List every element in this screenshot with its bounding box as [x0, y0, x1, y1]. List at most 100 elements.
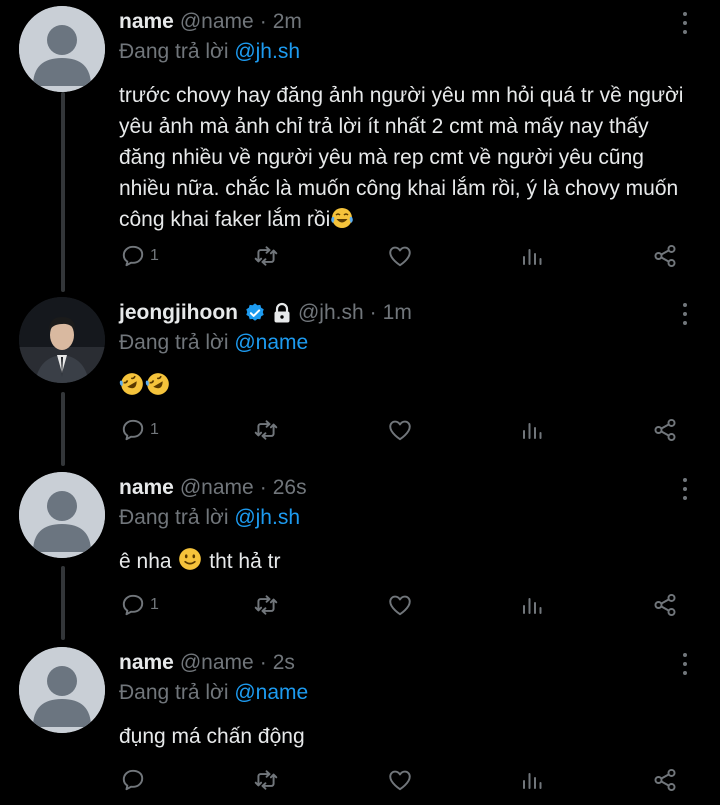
reply-prefix: Đang trả lời	[119, 331, 229, 354]
user-handle[interactable]: @name	[180, 476, 254, 500]
verified-badge-icon	[244, 302, 266, 324]
more-icon[interactable]	[676, 10, 694, 36]
tweet-text-content: trước chovy hay đăng ảnh người yêu mn hỏ…	[119, 84, 684, 231]
like-button[interactable]	[386, 765, 414, 795]
like-icon	[389, 595, 411, 616]
tweet-text	[119, 371, 699, 402]
user-handle[interactable]: @jh.sh	[298, 301, 364, 325]
reply-mention-link[interactable]: @jh.sh	[234, 40, 300, 63]
display-name[interactable]: name	[119, 476, 174, 500]
views-button[interactable]	[521, 765, 545, 795]
more-icon[interactable]	[676, 476, 694, 502]
reply-context: Đang trả lời @name	[119, 331, 308, 355]
retweet-button[interactable]	[252, 590, 280, 620]
reply-mention-link[interactable]: @name	[234, 331, 308, 354]
user-handle[interactable]: @name	[180, 651, 254, 675]
like-button[interactable]	[386, 241, 414, 271]
reply-context: Đang trả lời @name	[119, 681, 308, 705]
avatar[interactable]	[19, 6, 105, 92]
retweet-icon	[254, 420, 278, 440]
reply-mention-link[interactable]: @name	[234, 681, 308, 704]
tweet[interactable]: name @name · 26s Đang trả lời @jh.sh ê n…	[0, 472, 720, 642]
reply-count: 1	[150, 596, 159, 613]
timestamp[interactable]: 26s	[273, 476, 307, 500]
tweet[interactable]: name @name · 2s Đang trả lời @name đụng …	[0, 647, 720, 805]
tweet-actions	[0, 765, 720, 795]
views-icon	[523, 249, 542, 265]
reply-count: 1	[150, 421, 159, 438]
views-button[interactable]	[521, 415, 545, 445]
more-icon[interactable]	[676, 301, 694, 327]
views-button[interactable]	[521, 590, 545, 620]
display-name[interactable]: name	[119, 10, 174, 34]
avatar[interactable]	[19, 472, 105, 558]
tweet-text: đụng má chấn động	[119, 721, 699, 752]
tweet-text: ê nha tht hả tr	[119, 546, 699, 577]
timestamp[interactable]: 1m	[383, 301, 412, 325]
tweet-text-content: đụng má chấn động	[119, 725, 305, 748]
rolling-on-floor-laughing-icon	[145, 373, 169, 395]
reply-context: Đang trả lời @jh.sh	[119, 506, 300, 530]
like-button[interactable]	[386, 415, 414, 445]
reply-icon	[122, 419, 144, 441]
reply-icon	[122, 594, 144, 616]
views-icon	[523, 598, 542, 614]
user-handle[interactable]: @name	[180, 10, 254, 34]
retweet-icon	[254, 595, 278, 615]
share-button[interactable]	[652, 415, 678, 445]
tweet-text-after: tht hả tr	[209, 550, 281, 573]
like-button[interactable]	[386, 590, 414, 620]
reply-prefix: Đang trả lời	[119, 40, 229, 63]
tweet-header: name @name · 2s	[119, 647, 295, 679]
share-icon	[654, 768, 676, 792]
tweet-text-before: ê nha	[119, 550, 172, 573]
like-icon	[389, 246, 411, 267]
reply-prefix: Đang trả lời	[119, 681, 229, 704]
share-button[interactable]	[652, 241, 678, 271]
tweet-text: trước chovy hay đăng ảnh người yêu mn hỏ…	[119, 80, 699, 235]
default-avatar-icon	[19, 6, 105, 92]
share-icon	[654, 593, 676, 617]
separator-dot: ·	[369, 301, 377, 324]
reply-count: 1	[150, 247, 159, 264]
tweet[interactable]: name @name · 2m Đang trả lời @jh.sh trướ…	[0, 6, 720, 291]
reply-mention-link[interactable]: @jh.sh	[234, 506, 300, 529]
separator-dot: ·	[259, 476, 267, 499]
tweet[interactable]: jeongjihoon @jh.sh · 1m Đang trả lời @na…	[0, 297, 720, 469]
rolling-on-floor-laughing-icon	[119, 373, 143, 395]
share-icon	[654, 418, 676, 442]
retweet-icon	[254, 770, 278, 790]
retweet-button[interactable]	[252, 415, 280, 445]
more-icon[interactable]	[676, 651, 694, 677]
views-button[interactable]	[521, 241, 545, 271]
reply-icon	[122, 769, 144, 791]
like-icon	[389, 420, 411, 441]
tweet-header: name @name · 2m	[119, 6, 302, 38]
share-button[interactable]	[652, 765, 678, 795]
display-name[interactable]: name	[119, 651, 174, 675]
views-icon	[523, 773, 542, 789]
default-avatar-icon	[19, 647, 105, 733]
avatar[interactable]	[19, 647, 105, 733]
reply-button[interactable]	[120, 765, 150, 795]
display-name[interactable]: jeongjihoon	[119, 301, 238, 325]
timestamp[interactable]: 2m	[273, 10, 302, 34]
separator-dot: ·	[259, 651, 267, 674]
reply-prefix: Đang trả lời	[119, 506, 229, 529]
lock-icon	[272, 302, 292, 324]
retweet-button[interactable]	[252, 765, 280, 795]
retweet-icon	[254, 246, 278, 266]
reply-button[interactable]: 1	[120, 415, 159, 445]
share-button[interactable]	[652, 590, 678, 620]
timestamp[interactable]: 2s	[273, 651, 295, 675]
reply-button[interactable]: 1	[120, 241, 159, 271]
separator-dot: ·	[259, 10, 267, 33]
views-icon	[523, 423, 542, 439]
default-avatar-icon	[19, 472, 105, 558]
reply-context: Đang trả lời @jh.sh	[119, 40, 300, 64]
retweet-button[interactable]	[252, 241, 280, 271]
reply-button[interactable]: 1	[120, 590, 159, 620]
avatar[interactable]	[19, 297, 105, 383]
tweet-header: name @name · 26s	[119, 472, 307, 504]
face-with-tears-of-joy-icon	[331, 208, 354, 228]
